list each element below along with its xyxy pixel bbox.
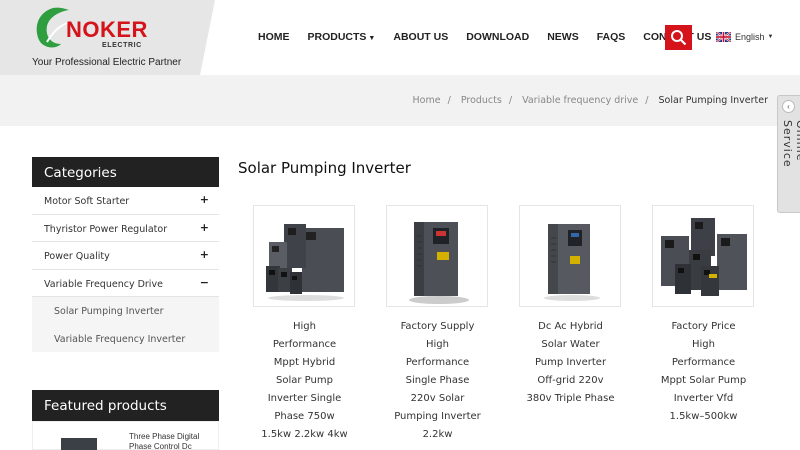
featured-thumbnail[interactable] [61, 438, 97, 450]
category-item[interactable]: Variable Frequency Drive − [32, 269, 219, 297]
breadcrumb-products[interactable]: Products [461, 95, 502, 106]
subcategory-item[interactable]: Variable Frequency Inverter [32, 324, 219, 352]
inverter-image [409, 222, 469, 304]
featured-item[interactable]: Three Phase Digital Phase Control Dc [32, 421, 219, 450]
breadcrumb-separator: / [447, 95, 451, 106]
caret-down-icon: ▼ [368, 35, 376, 42]
product-image[interactable] [519, 205, 621, 307]
categories-heading: Categories [32, 157, 219, 187]
product-name[interactable]: Factory Supply High Performance Single P… [371, 318, 504, 444]
category-item[interactable]: Power Quality + [32, 242, 219, 270]
chevron-left-icon[interactable]: ‹ [782, 100, 795, 113]
inverter-group-image [266, 224, 344, 301]
nav-download[interactable]: DOWNLOAD [466, 31, 529, 43]
featured-heading: Featured products [32, 390, 219, 421]
product-image[interactable] [652, 205, 754, 307]
nav-home[interactable]: HOME [258, 31, 290, 43]
category-item[interactable]: Motor Soft Starter + [32, 187, 219, 215]
breadcrumb-bar: Home / Products / Variable frequency drive… [0, 75, 800, 126]
search-icon [671, 30, 687, 46]
product-name[interactable]: Dc Ac Hybrid Solar Water Pump Inverter O… [504, 318, 637, 408]
category-label: Variable Frequency Drive [44, 278, 163, 290]
nav-products[interactable]: PRODUCTS ▼ [308, 31, 376, 43]
product-grid: High Performance Mppt Hybrid Solar Pump … [238, 205, 770, 450]
language-selector[interactable]: English ▼ [716, 32, 773, 42]
collapse-icon[interactable]: − [200, 276, 209, 289]
brand-tagline: Your Professional Electric Partner [32, 57, 182, 68]
main-nav: HOME PRODUCTS ▼ ABOUT US DOWNLOAD NEWS FA… [258, 31, 729, 43]
category-label: Thyristor Power Regulator [44, 223, 168, 235]
online-service-label: Online Service [781, 120, 800, 168]
breadcrumb-home[interactable]: Home [413, 95, 441, 106]
category-label: Motor Soft Starter [44, 196, 130, 207]
inverter-image [544, 224, 600, 301]
online-service-tab[interactable]: ‹ Online Service [777, 95, 800, 213]
logo-panel[interactable]: NOKER ELECTRIC Your Professional Electri… [0, 0, 215, 75]
inverter-group-image [661, 218, 747, 296]
brand-name: NOKER [66, 17, 148, 42]
category-item[interactable]: Thyristor Power Regulator + [32, 214, 219, 242]
breadcrumb-separator: / [645, 95, 649, 106]
expand-icon[interactable]: + [200, 248, 209, 261]
language-label: English [735, 32, 765, 42]
caret-down-icon: ▼ [767, 34, 774, 40]
breadcrumb: Home / Products / Variable frequency drive… [413, 95, 768, 106]
breadcrumb-vfd[interactable]: Variable frequency drive [522, 95, 638, 106]
product-name[interactable]: Factory Price High Performance Mppt Sola… [637, 318, 770, 426]
breadcrumb-current: Solar Pumping Inverter [658, 95, 768, 106]
nav-faqs[interactable]: FAQS [597, 31, 626, 43]
product-name[interactable]: High Performance Mppt Hybrid Solar Pump … [238, 318, 371, 444]
categories-list: Motor Soft Starter + Thyristor Power Reg… [32, 187, 219, 352]
search-button[interactable] [665, 25, 692, 50]
subcategory-item[interactable]: Solar Pumping Inverter [32, 297, 219, 325]
uk-flag-icon [716, 32, 731, 42]
expand-icon[interactable]: + [200, 193, 209, 206]
expand-icon[interactable]: + [200, 221, 209, 234]
featured-title[interactable]: Three Phase Digital Phase Control Dc [129, 432, 217, 450]
product-image[interactable] [253, 205, 355, 307]
nav-about[interactable]: ABOUT US [393, 31, 448, 43]
nav-products-label: PRODUCTS [307, 31, 367, 43]
site-header: NOKER ELECTRIC Your Professional Electri… [0, 0, 800, 75]
breadcrumb-separator: / [508, 95, 513, 106]
page-title: Solar Pumping Inverter [238, 159, 411, 177]
brand-sub: ELECTRIC [102, 42, 142, 49]
product-image[interactable] [386, 205, 488, 307]
category-label: Power Quality [44, 251, 110, 262]
nav-news[interactable]: NEWS [547, 31, 579, 43]
